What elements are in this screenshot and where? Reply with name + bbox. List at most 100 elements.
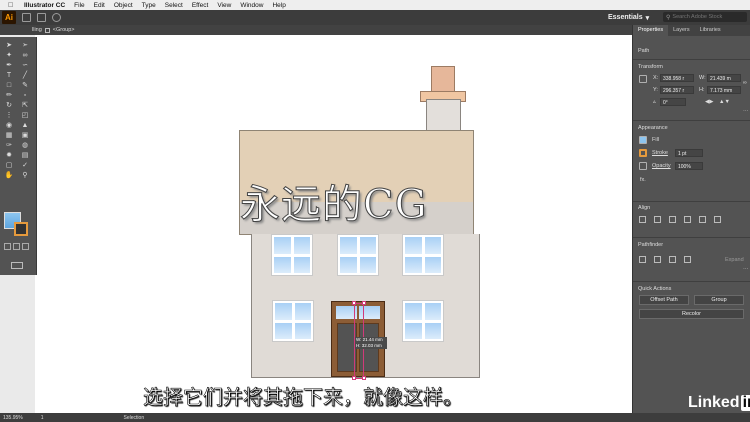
menu-type[interactable]: Type	[142, 2, 156, 9]
flip-horizontal-icon[interactable]: ◀▶	[705, 99, 713, 105]
workspace-switcher[interactable]: Essentials ▾	[608, 12, 649, 23]
flip-vertical-icon[interactable]: ▲▼	[719, 99, 730, 105]
h-field[interactable]: 7.173 mm	[707, 86, 741, 94]
fill-stroke-control[interactable]	[4, 212, 30, 238]
paintbrush-icon[interactable]: ✎	[19, 82, 31, 90]
tab-libraries[interactable]: Libraries	[695, 25, 726, 36]
pen-tool-icon[interactable]: ✒	[3, 62, 15, 70]
curvature-tool-icon[interactable]: ∽	[19, 62, 31, 70]
slice-tool-icon[interactable]: ✓	[19, 162, 31, 170]
none-mode-icon[interactable]	[22, 243, 29, 250]
width-tool-icon[interactable]: ⋮	[3, 112, 15, 120]
y-field[interactable]: 296.357 r	[660, 86, 694, 94]
menu-window[interactable]: Window	[240, 2, 263, 9]
recolor-button[interactable]: Recolor	[639, 309, 744, 319]
gradient-mode-icon[interactable]	[13, 243, 20, 250]
gradient-tool-icon[interactable]: ▣	[19, 132, 31, 140]
stroke-swatch[interactable]	[14, 222, 28, 236]
fill-color-swatch[interactable]	[639, 136, 647, 144]
group-button[interactable]: Group	[694, 295, 744, 305]
lasso-icon[interactable]: ∞	[19, 52, 31, 60]
pencil-tool-icon[interactable]: ✏	[3, 92, 15, 100]
reference-point-icon[interactable]	[639, 75, 647, 83]
shape-builder-icon[interactable]: ◉	[3, 122, 15, 130]
zoom-tool-icon[interactable]: ⚲	[19, 172, 31, 180]
apple-icon[interactable]: 	[8, 2, 18, 9]
current-tool-label[interactable]: Selection	[124, 415, 145, 421]
w-field[interactable]: 21.439 m	[707, 74, 741, 82]
menu-object[interactable]: Object	[114, 2, 133, 9]
x-field[interactable]: 338.958 r	[660, 74, 694, 82]
effects-icon[interactable]: fx.	[640, 177, 646, 183]
bridge-icon[interactable]	[22, 13, 31, 22]
magic-wand-icon[interactable]: ✦	[3, 52, 15, 60]
exclude-icon[interactable]	[684, 256, 691, 263]
menu-help[interactable]: Help	[272, 2, 285, 9]
align-center-horizontal-icon[interactable]	[654, 216, 661, 223]
constrain-proportions-icon[interactable]: ∞	[743, 80, 747, 86]
align-center-vertical-icon[interactable]	[699, 216, 706, 223]
expand-button[interactable]: Expand	[725, 257, 744, 263]
hand-tool-icon[interactable]: ✋	[3, 172, 15, 180]
gpu-performance-icon[interactable]	[52, 13, 61, 22]
window-upper-left[interactable]	[271, 234, 313, 276]
selection-handle[interactable]	[362, 376, 366, 380]
selection-tool-icon[interactable]: ➤	[3, 42, 15, 50]
selection-handle[interactable]	[352, 376, 356, 380]
tab-properties[interactable]: Properties	[633, 25, 669, 36]
eyedropper-icon[interactable]: ✑	[3, 142, 15, 150]
menu-effect[interactable]: Effect	[192, 2, 209, 9]
unite-icon[interactable]	[639, 256, 646, 263]
more-options-icon[interactable]: ⋯	[743, 267, 749, 273]
menu-view[interactable]: View	[217, 2, 231, 9]
stroke-color-swatch[interactable]	[639, 149, 647, 157]
color-mode-icon[interactable]	[4, 243, 11, 250]
opacity-label[interactable]: Opacity	[652, 163, 671, 169]
selection-handle[interactable]	[362, 301, 366, 305]
align-left-icon[interactable]	[639, 216, 646, 223]
menu-file[interactable]: File	[74, 2, 84, 9]
artboard-navigator[interactable]: 1	[41, 415, 44, 421]
mesh-tool-icon[interactable]: ▦	[3, 132, 15, 140]
arrange-documents-icon[interactable]	[37, 13, 46, 22]
eraser-icon[interactable]: ▫	[19, 92, 31, 100]
graph-tool-icon[interactable]: ▤	[19, 152, 31, 160]
line-tool-icon[interactable]: ╱	[19, 72, 31, 80]
menu-edit[interactable]: Edit	[94, 2, 105, 9]
align-top-icon[interactable]	[684, 216, 691, 223]
breadcrumb[interactable]: lling <Group>	[32, 26, 75, 34]
window-lower-right[interactable]	[402, 300, 444, 342]
free-transform-icon[interactable]: ◰	[19, 112, 31, 120]
window-upper-middle[interactable]	[337, 234, 379, 276]
more-options-icon[interactable]: ⋯	[743, 109, 749, 115]
align-right-icon[interactable]	[669, 216, 676, 223]
tab-layers[interactable]: Layers	[668, 25, 695, 36]
document-tab-label[interactable]: lling	[32, 27, 42, 33]
window-lower-left[interactable]	[272, 300, 314, 342]
zoom-level[interactable]: 135.95%	[3, 415, 23, 421]
scale-tool-icon[interactable]: ⇱	[19, 102, 31, 110]
menu-select[interactable]: Select	[165, 2, 183, 9]
opacity-field[interactable]: 100%	[675, 162, 703, 170]
artboard-tool-icon[interactable]: ▢	[3, 162, 15, 170]
type-tool-icon[interactable]: T	[3, 72, 15, 80]
angle-field[interactable]: 0°	[660, 98, 686, 106]
symbol-sprayer-icon[interactable]: ✹	[3, 152, 15, 160]
align-bottom-icon[interactable]	[714, 216, 721, 223]
minus-front-icon[interactable]	[654, 256, 661, 263]
rectangle-tool-icon[interactable]: □	[3, 82, 15, 90]
perspective-grid-icon[interactable]: ▲	[19, 122, 31, 130]
chimney-pot[interactable]	[431, 66, 455, 94]
rotate-tool-icon[interactable]: ↻	[3, 102, 15, 110]
menu-app-name[interactable]: Illustrator CC	[24, 2, 65, 9]
stock-search[interactable]: ⚲	[663, 12, 747, 22]
window-upper-right[interactable]	[402, 234, 444, 276]
offset-path-button[interactable]: Offset Path	[639, 295, 689, 305]
stroke-label[interactable]: Stroke	[652, 150, 668, 156]
selection-handle[interactable]	[352, 301, 356, 305]
stock-search-input[interactable]	[670, 14, 745, 20]
intersect-icon[interactable]	[669, 256, 676, 263]
breadcrumb-group[interactable]: <Group>	[53, 27, 75, 33]
blend-tool-icon[interactable]: ◍	[19, 142, 31, 150]
stroke-weight-field[interactable]: 1 pt	[675, 149, 703, 157]
